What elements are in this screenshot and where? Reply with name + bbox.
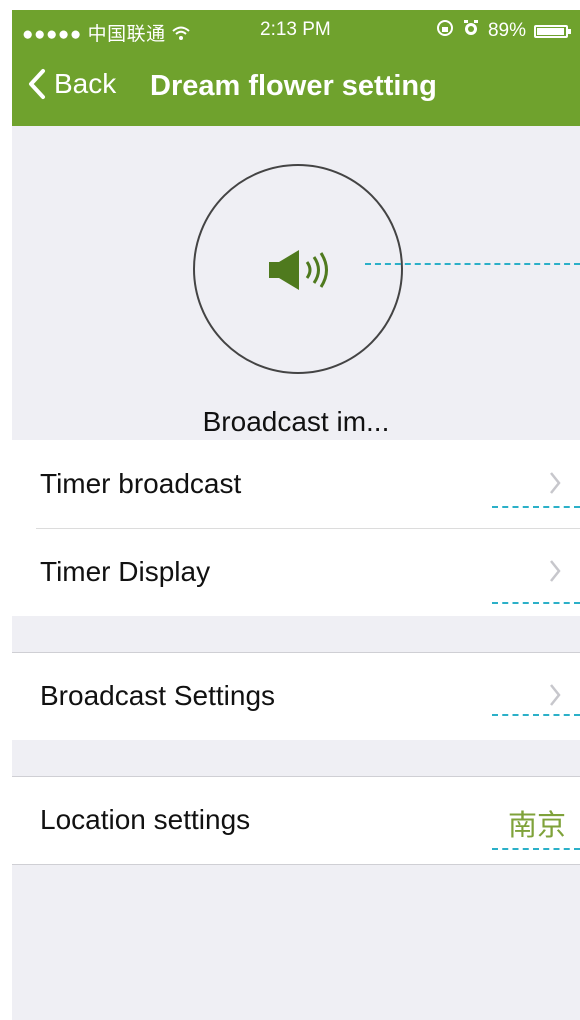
back-label: Back xyxy=(54,68,117,99)
row-timer-broadcast[interactable]: Timer broadcast xyxy=(12,440,580,528)
broadcast-header: Broadcast im... xyxy=(12,126,580,440)
settings-group-timer: Timer broadcast Timer Display xyxy=(12,440,580,616)
alarm-clock-icon xyxy=(462,19,480,43)
group-border xyxy=(12,864,580,865)
back-button[interactable]: Back xyxy=(28,68,116,100)
annotation-line xyxy=(492,714,580,716)
annotation-line xyxy=(492,506,580,508)
status-time: 2:13 PM xyxy=(260,19,331,40)
annotation-line xyxy=(492,848,580,850)
navigation-bar: Back Dream flower setting xyxy=(12,50,580,126)
row-label: Timer Display xyxy=(40,556,211,587)
status-bar: ●●●●● 中国联通 2:13 PM 89% xyxy=(12,10,580,50)
battery-icon xyxy=(534,24,571,38)
row-location-settings[interactable]: Location settings 南京 xyxy=(12,776,580,864)
speaker-volume-icon xyxy=(267,248,337,297)
chevron-left-icon xyxy=(28,68,46,100)
battery-percent: 89% xyxy=(487,20,526,41)
phone-screen: ●●●●● 中国联通 2:13 PM 89% Back Dream flower… xyxy=(12,10,580,1020)
status-right: 89% xyxy=(436,19,571,43)
row-label: Broadcast Settings xyxy=(40,680,276,711)
carrier-label: ●●●●● 中国联通 xyxy=(22,19,191,46)
page-title: Dream flower setting xyxy=(150,70,437,102)
row-timer-display[interactable]: Timer Display xyxy=(12,528,580,616)
settings-group-location: Location settings 南京 xyxy=(12,776,580,865)
wifi-icon xyxy=(171,24,191,45)
top-bar: ●●●●● 中国联通 2:13 PM 89% Back Dream flower… xyxy=(12,10,580,126)
chevron-right-icon xyxy=(548,558,562,589)
annotation-line xyxy=(492,602,580,604)
broadcast-button[interactable] xyxy=(193,164,403,374)
location-value: 南京 xyxy=(507,810,566,842)
row-label: Timer broadcast xyxy=(40,468,242,499)
row-label: Location settings xyxy=(40,804,251,835)
settings-group-broadcast: Broadcast Settings xyxy=(12,652,580,740)
chevron-right-icon xyxy=(548,470,562,501)
broadcast-caption: Broadcast im... xyxy=(202,406,390,437)
chevron-right-icon xyxy=(548,682,562,713)
annotation-line xyxy=(365,263,580,265)
row-broadcast-settings[interactable]: Broadcast Settings xyxy=(12,652,580,740)
orientation-lock-icon xyxy=(436,19,454,43)
